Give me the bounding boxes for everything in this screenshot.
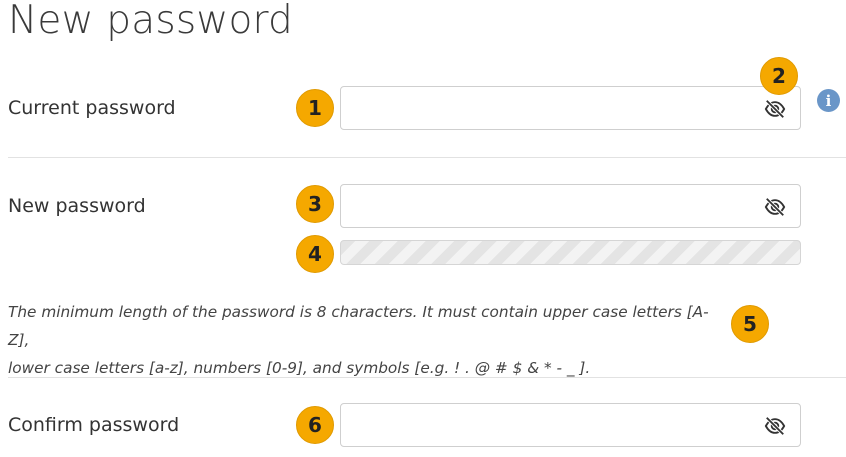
callout-2: 2	[760, 57, 798, 95]
new-password-label: New password	[8, 195, 146, 217]
confirm-password-label: Confirm password	[8, 414, 180, 436]
callout-4: 4	[296, 235, 334, 273]
divider	[8, 377, 846, 378]
hint-line-1: The minimum length of the password is 8 …	[8, 303, 709, 349]
current-password-label: Current password	[8, 97, 176, 119]
eye-slash-icon[interactable]	[764, 415, 786, 437]
new-password-input[interactable]	[351, 193, 755, 221]
confirm-password-input[interactable]	[351, 412, 755, 440]
eye-slash-icon[interactable]	[764, 98, 786, 120]
page-title: New password	[8, 0, 294, 43]
confirm-password-field[interactable]	[340, 403, 801, 447]
eye-slash-icon[interactable]	[764, 196, 786, 218]
callout-3: 3	[296, 185, 334, 223]
callout-6: 6	[296, 406, 334, 444]
callout-5: 5	[731, 305, 769, 343]
info-glyph: i	[825, 91, 832, 110]
divider	[8, 157, 846, 158]
callout-1: 1	[296, 89, 334, 127]
password-strength-meter	[340, 240, 801, 265]
info-icon[interactable]: i	[817, 89, 840, 112]
current-password-field[interactable]	[340, 86, 801, 130]
password-requirements-hint: The minimum length of the password is 8 …	[8, 298, 728, 382]
new-password-field[interactable]	[340, 184, 801, 228]
current-password-input[interactable]	[351, 95, 755, 123]
